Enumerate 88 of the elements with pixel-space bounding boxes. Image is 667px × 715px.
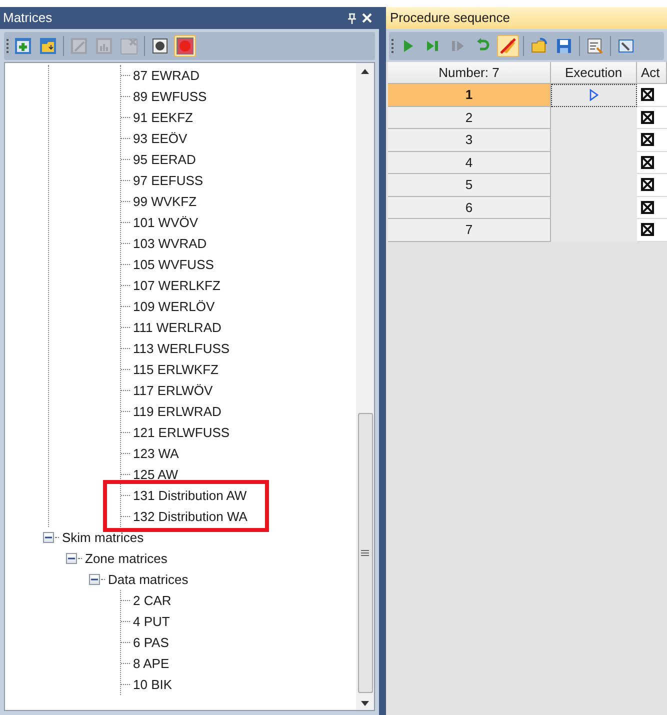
tree-item[interactable]: 119 ERLWRAD bbox=[133, 402, 222, 422]
bar-chart-icon bbox=[95, 37, 113, 55]
tree-item[interactable]: 101 WVÖV bbox=[133, 212, 198, 232]
check-cross-icon bbox=[643, 225, 652, 234]
tree-item[interactable]: 95 EERAD bbox=[133, 150, 196, 170]
toolbar-button[interactable] bbox=[174, 35, 196, 57]
tree-item[interactable]: 115 ERLWKFZ bbox=[133, 360, 218, 380]
checkbox[interactable] bbox=[641, 133, 654, 146]
toolbar-button[interactable] bbox=[12, 35, 34, 57]
tree-item[interactable]: 91 EEKFZ bbox=[133, 108, 193, 128]
tree-item[interactable]: 87 EWRAD bbox=[133, 66, 200, 86]
tree-item[interactable]: 113 WERLFUSS bbox=[133, 338, 230, 358]
row-header[interactable]: 5 bbox=[388, 174, 551, 196]
row-header[interactable]: 7 bbox=[388, 219, 551, 242]
check-cross-icon bbox=[643, 90, 652, 100]
tree-item[interactable]: 121 ERLWFUSS bbox=[133, 422, 230, 442]
delete-grid-icon bbox=[120, 37, 138, 55]
tree-item[interactable]: Zone matrices bbox=[85, 548, 168, 568]
add-matrix-icon bbox=[14, 37, 32, 55]
tree-item[interactable]: 111 WERLRAD bbox=[133, 318, 222, 338]
check-cross-icon bbox=[643, 158, 652, 167]
tree-item[interactable]: 4 PUT bbox=[133, 612, 170, 632]
tree-item[interactable]: 107 WERLKFZ bbox=[133, 276, 220, 296]
tree-item[interactable]: 93 EEÖV bbox=[133, 128, 188, 148]
scrollbar[interactable] bbox=[356, 63, 374, 710]
folder-icon bbox=[39, 37, 57, 55]
crossed-pencil-icon bbox=[499, 37, 517, 55]
collapse-button[interactable] bbox=[89, 574, 100, 585]
tree-item[interactable]: 2 CAR bbox=[133, 590, 172, 610]
panel-title: Procedure sequence bbox=[390, 9, 510, 28]
check-cross-icon bbox=[643, 180, 652, 190]
row-header[interactable]: 6 bbox=[388, 196, 551, 219]
tree-item[interactable]: 132 Distribution WA bbox=[133, 506, 248, 526]
checkbox[interactable] bbox=[641, 223, 654, 236]
scrollbar-thumb[interactable] bbox=[358, 413, 373, 693]
minus-icon bbox=[68, 555, 75, 562]
minus-icon bbox=[45, 534, 52, 541]
tree-item[interactable]: 123 WA bbox=[133, 444, 179, 464]
table-cell[interactable] bbox=[551, 106, 637, 129]
check-cross-icon bbox=[643, 135, 652, 144]
row-header[interactable]: 2 bbox=[388, 106, 551, 129]
checkbox[interactable] bbox=[641, 200, 654, 214]
collapse-button[interactable] bbox=[43, 532, 54, 543]
row-header[interactable]: 3 bbox=[388, 129, 551, 152]
window-tool-icon bbox=[617, 37, 635, 55]
toolbar-button[interactable] bbox=[497, 35, 519, 57]
checkbox[interactable] bbox=[641, 178, 654, 192]
tree-item[interactable]: 109 WERLÖV bbox=[133, 296, 215, 316]
column-header[interactable]: Execution bbox=[551, 62, 637, 84]
tree-item[interactable]: 117 ERLWÖV bbox=[133, 380, 213, 400]
save-icon bbox=[555, 37, 573, 55]
tree-item[interactable]: 8 APE bbox=[133, 654, 170, 674]
collapse-button[interactable] bbox=[66, 553, 77, 564]
tree-item[interactable]: Skim matrices bbox=[62, 528, 144, 548]
checkbox[interactable] bbox=[641, 110, 654, 124]
scroll-up-icon[interactable] bbox=[361, 69, 370, 74]
tree-item[interactable]: 131 Distribution AW bbox=[133, 486, 247, 506]
check-cross-icon bbox=[643, 112, 652, 122]
grip-icon[interactable] bbox=[391, 38, 394, 54]
tree-item[interactable]: 6 PAS bbox=[133, 632, 169, 652]
minus-icon bbox=[91, 576, 98, 583]
tree-item[interactable]: 105 WVFUSS bbox=[133, 254, 214, 274]
grip-icon bbox=[361, 550, 370, 556]
close-icon[interactable] bbox=[362, 13, 372, 23]
checkbox[interactable] bbox=[641, 156, 654, 169]
panel-title: Matrices bbox=[3, 9, 52, 28]
tree-item[interactable]: 99 WVKFZ bbox=[133, 192, 197, 212]
document-wrench-icon bbox=[586, 37, 604, 55]
folder-icon bbox=[530, 37, 548, 55]
tree-item[interactable]: 97 EEFUSS bbox=[133, 170, 204, 190]
row-header[interactable]: 1 bbox=[388, 84, 551, 106]
table-cell[interactable] bbox=[551, 219, 637, 242]
column-header[interactable]: Number: 7 bbox=[388, 62, 551, 84]
row-header[interactable]: 4 bbox=[388, 152, 551, 174]
pin-icon[interactable] bbox=[348, 12, 356, 24]
checkbox[interactable] bbox=[641, 88, 654, 102]
grip-icon[interactable] bbox=[6, 38, 9, 54]
table-cell[interactable] bbox=[551, 84, 637, 106]
tree-item[interactable]: 103 WVRAD bbox=[133, 234, 207, 254]
tree-item[interactable]: 125 AW bbox=[133, 464, 178, 484]
tree-item[interactable]: Data matrices bbox=[108, 570, 188, 590]
column-header[interactable]: Act bbox=[637, 62, 667, 84]
tree-item[interactable]: 89 EWFUSS bbox=[133, 86, 207, 106]
tree-item[interactable]: 10 BIK bbox=[133, 674, 172, 694]
record-icon bbox=[176, 37, 194, 55]
check-cross-icon bbox=[643, 202, 652, 212]
pencil-grid-icon bbox=[70, 37, 88, 55]
scroll-down-icon[interactable] bbox=[361, 701, 370, 706]
